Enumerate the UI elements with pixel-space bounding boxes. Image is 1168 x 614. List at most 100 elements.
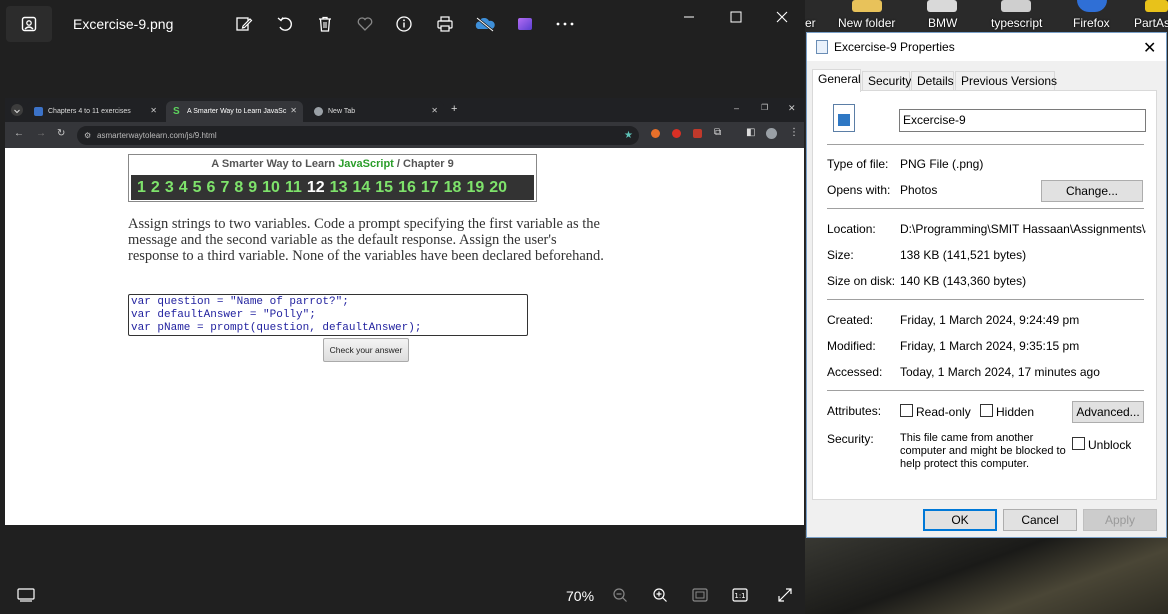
hidden-label[interactable]: Hidden bbox=[996, 405, 1034, 419]
bookmark-star-icon[interactable]: ★ bbox=[624, 126, 633, 145]
chrome-restore-icon[interactable]: ❐ bbox=[761, 103, 768, 112]
tab-general[interactable]: General bbox=[812, 69, 861, 92]
extension-icon[interactable] bbox=[672, 129, 681, 138]
minimize-icon[interactable] bbox=[677, 8, 701, 26]
forward-icon[interactable]: → bbox=[36, 128, 46, 139]
extensions-puzzle-icon[interactable]: ⧉ bbox=[714, 127, 721, 138]
chapter-link[interactable]: 2 bbox=[151, 179, 160, 197]
extension-icon[interactable] bbox=[693, 129, 702, 138]
chapter-link[interactable]: 10 bbox=[262, 179, 280, 197]
hidden-checkbox[interactable] bbox=[980, 404, 993, 417]
chapter-link[interactable]: 7 bbox=[220, 179, 229, 197]
onedrive-icon[interactable] bbox=[473, 12, 497, 36]
fullscreen-icon[interactable] bbox=[776, 586, 794, 604]
chrome-minimize-icon[interactable]: – bbox=[734, 103, 739, 113]
check-answer-button[interactable]: Check your answer bbox=[323, 338, 409, 362]
chrome-close-icon[interactable]: ✕ bbox=[788, 103, 796, 114]
readonly-checkbox[interactable] bbox=[900, 404, 913, 417]
new-tab-button[interactable]: + bbox=[451, 103, 457, 115]
ok-button[interactable]: OK bbox=[923, 509, 997, 531]
actual-size-icon[interactable]: 1:1 bbox=[731, 586, 749, 604]
app-icon[interactable] bbox=[1145, 0, 1168, 12]
chapter-link[interactable]: 1 bbox=[137, 179, 146, 197]
chapter-link[interactable]: 4 bbox=[179, 179, 188, 197]
security-text: This file came from another computer and… bbox=[900, 432, 1066, 470]
back-icon[interactable]: ← bbox=[14, 128, 24, 139]
book-title-chapter: / Chapter 9 bbox=[393, 158, 454, 170]
chapter-link[interactable]: 13 bbox=[330, 179, 348, 197]
dialog-close-icon[interactable]: ✕ bbox=[1143, 38, 1156, 58]
close-icon[interactable] bbox=[770, 8, 794, 26]
delete-icon[interactable] bbox=[313, 12, 337, 36]
chapter-link[interactable]: 8 bbox=[234, 179, 243, 197]
chapter-link[interactable]: 19 bbox=[466, 179, 484, 197]
clipchamp-icon[interactable] bbox=[513, 12, 537, 36]
unblock-label[interactable]: Unblock bbox=[1088, 438, 1131, 452]
chapter-link[interactable]: 9 bbox=[248, 179, 257, 197]
desktop-icon-label[interactable]: BMW bbox=[928, 16, 957, 30]
size-label: Size: bbox=[827, 248, 854, 262]
edit-icon[interactable] bbox=[232, 12, 256, 36]
rotate-icon[interactable] bbox=[273, 12, 297, 36]
tab-security[interactable]: Security bbox=[862, 71, 911, 91]
cancel-button[interactable]: Cancel bbox=[1003, 509, 1077, 531]
advanced-button[interactable]: Advanced... bbox=[1072, 401, 1144, 423]
chrome-tab-1[interactable]: Chapters 4 to 11 exercises ✕ bbox=[27, 101, 163, 122]
more-icon[interactable] bbox=[553, 12, 577, 36]
chapter-link[interactable]: 14 bbox=[352, 179, 370, 197]
folder-icon[interactable] bbox=[927, 0, 957, 12]
extension-icon[interactable] bbox=[651, 129, 660, 138]
chapter-link[interactable]: 6 bbox=[207, 179, 216, 197]
chapter-link[interactable]: 20 bbox=[489, 179, 507, 197]
favorite-icon[interactable] bbox=[353, 12, 377, 36]
file-name-input[interactable]: Excercise-9 bbox=[899, 109, 1146, 132]
tab-close-icon[interactable]: ✕ bbox=[431, 106, 438, 115]
desktop-icon-label[interactable]: PartAs bbox=[1134, 16, 1168, 30]
site-info-icon[interactable]: ⚙ bbox=[84, 126, 91, 145]
maximize-icon[interactable] bbox=[724, 8, 748, 26]
tab-previous-versions[interactable]: Previous Versions bbox=[955, 71, 1057, 91]
reload-icon[interactable]: ↻ bbox=[57, 128, 65, 139]
zoom-out-icon[interactable] bbox=[611, 586, 629, 604]
url-field[interactable]: ⚙ asmarterwaytolearn.com/js/9.html ★ bbox=[77, 126, 639, 145]
image-canvas[interactable]: Chapters 4 to 11 exercises ✕ S A Smarter… bbox=[5, 98, 804, 525]
desktop-icon-label[interactable]: er bbox=[805, 16, 816, 30]
chapter-link[interactable]: 17 bbox=[421, 179, 439, 197]
attributes-label: Attributes: bbox=[827, 404, 882, 418]
chapter-link[interactable]: 5 bbox=[193, 179, 202, 197]
chapter-link[interactable]: 18 bbox=[444, 179, 462, 197]
info-icon[interactable] bbox=[392, 12, 416, 36]
chrome-tab-3[interactable]: New Tab ✕ bbox=[307, 101, 444, 122]
folder-icon[interactable] bbox=[1001, 0, 1031, 12]
tab-label: New Tab bbox=[328, 108, 356, 115]
filmstrip-icon[interactable] bbox=[17, 586, 35, 604]
chapter-link[interactable]: 12 bbox=[307, 179, 325, 197]
photos-app-icon[interactable] bbox=[6, 6, 52, 42]
apply-button[interactable]: Apply bbox=[1083, 509, 1157, 531]
tab-close-icon[interactable]: ✕ bbox=[150, 106, 157, 115]
chapter-link[interactable]: 3 bbox=[165, 179, 174, 197]
readonly-label[interactable]: Read-only bbox=[916, 405, 971, 419]
desktop-icon-label[interactable]: typescript bbox=[991, 16, 1042, 30]
tab-search-icon[interactable] bbox=[11, 104, 23, 116]
size-on-disk-value: 140 KB (143,360 bytes) bbox=[900, 274, 1027, 288]
profile-avatar[interactable] bbox=[766, 128, 777, 139]
tab-details[interactable]: Details bbox=[911, 71, 954, 91]
unblock-checkbox[interactable] bbox=[1072, 437, 1085, 450]
fit-to-window-icon[interactable] bbox=[691, 586, 709, 604]
print-icon[interactable] bbox=[433, 12, 457, 36]
code-answer-textarea[interactable]: var question = "Name of parrot?"; var de… bbox=[128, 294, 528, 336]
chapter-link[interactable]: 15 bbox=[375, 179, 393, 197]
chapter-link[interactable]: 11 bbox=[285, 179, 302, 197]
zoom-in-icon[interactable] bbox=[651, 586, 669, 604]
chrome-menu-icon[interactable]: ⋮ bbox=[789, 127, 799, 138]
folder-icon[interactable] bbox=[852, 0, 882, 12]
desktop-icon-label[interactable]: New folder bbox=[838, 16, 895, 30]
chapter-link[interactable]: 16 bbox=[398, 179, 416, 197]
side-panel-icon[interactable]: ◧ bbox=[746, 127, 755, 138]
desktop-icon-label[interactable]: Firefox bbox=[1073, 16, 1110, 30]
chrome-tab-2[interactable]: S A Smarter Way to Learn JavaSc ✕ bbox=[166, 101, 303, 122]
tab-close-icon[interactable]: ✕ bbox=[290, 106, 297, 115]
firefox-icon[interactable] bbox=[1077, 0, 1107, 12]
change-button[interactable]: Change... bbox=[1041, 180, 1143, 202]
